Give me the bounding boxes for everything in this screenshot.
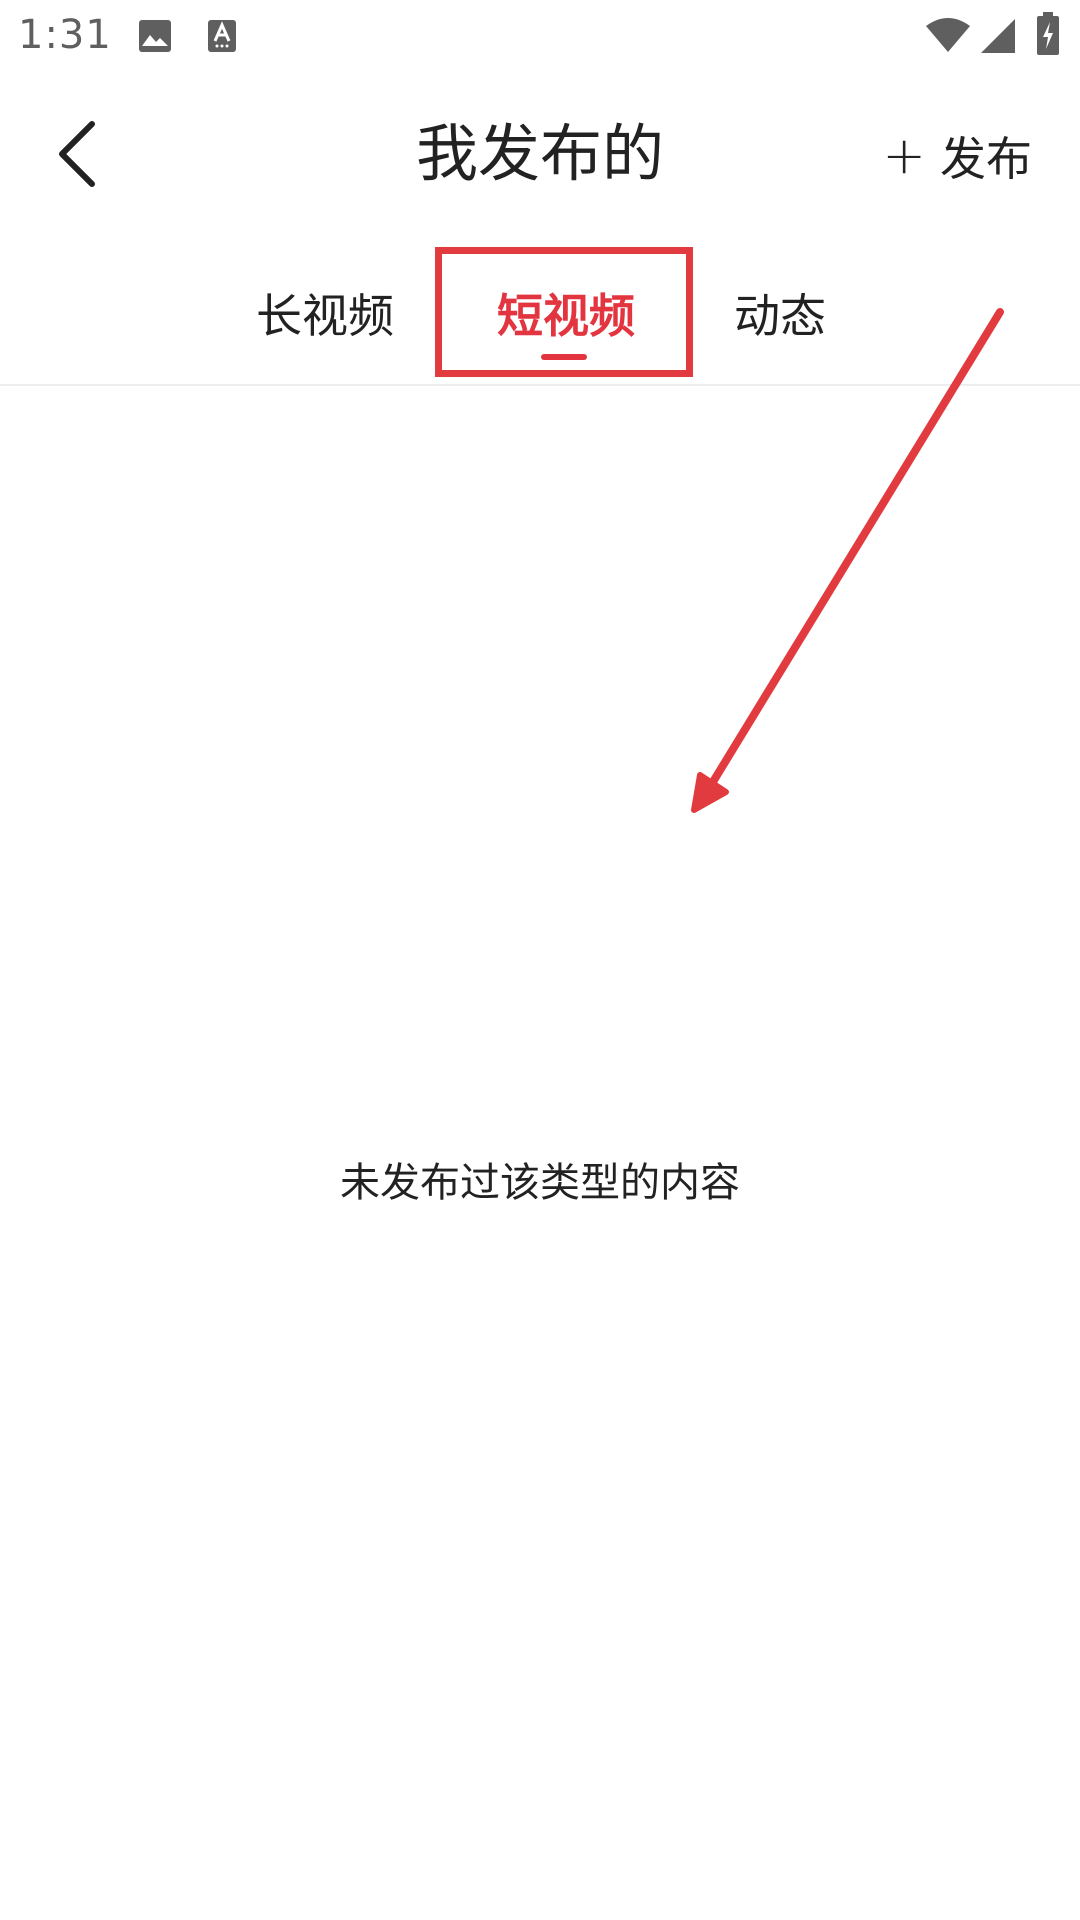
screen: 1:31 我发布的 + 发布 长视频 短视频 动态 未发布过该类型的内容 (0, 0, 1080, 1920)
empty-state-message: 未发布过该类型的内容 (340, 1160, 740, 1206)
annotation-arrow-icon (691, 308, 1004, 813)
